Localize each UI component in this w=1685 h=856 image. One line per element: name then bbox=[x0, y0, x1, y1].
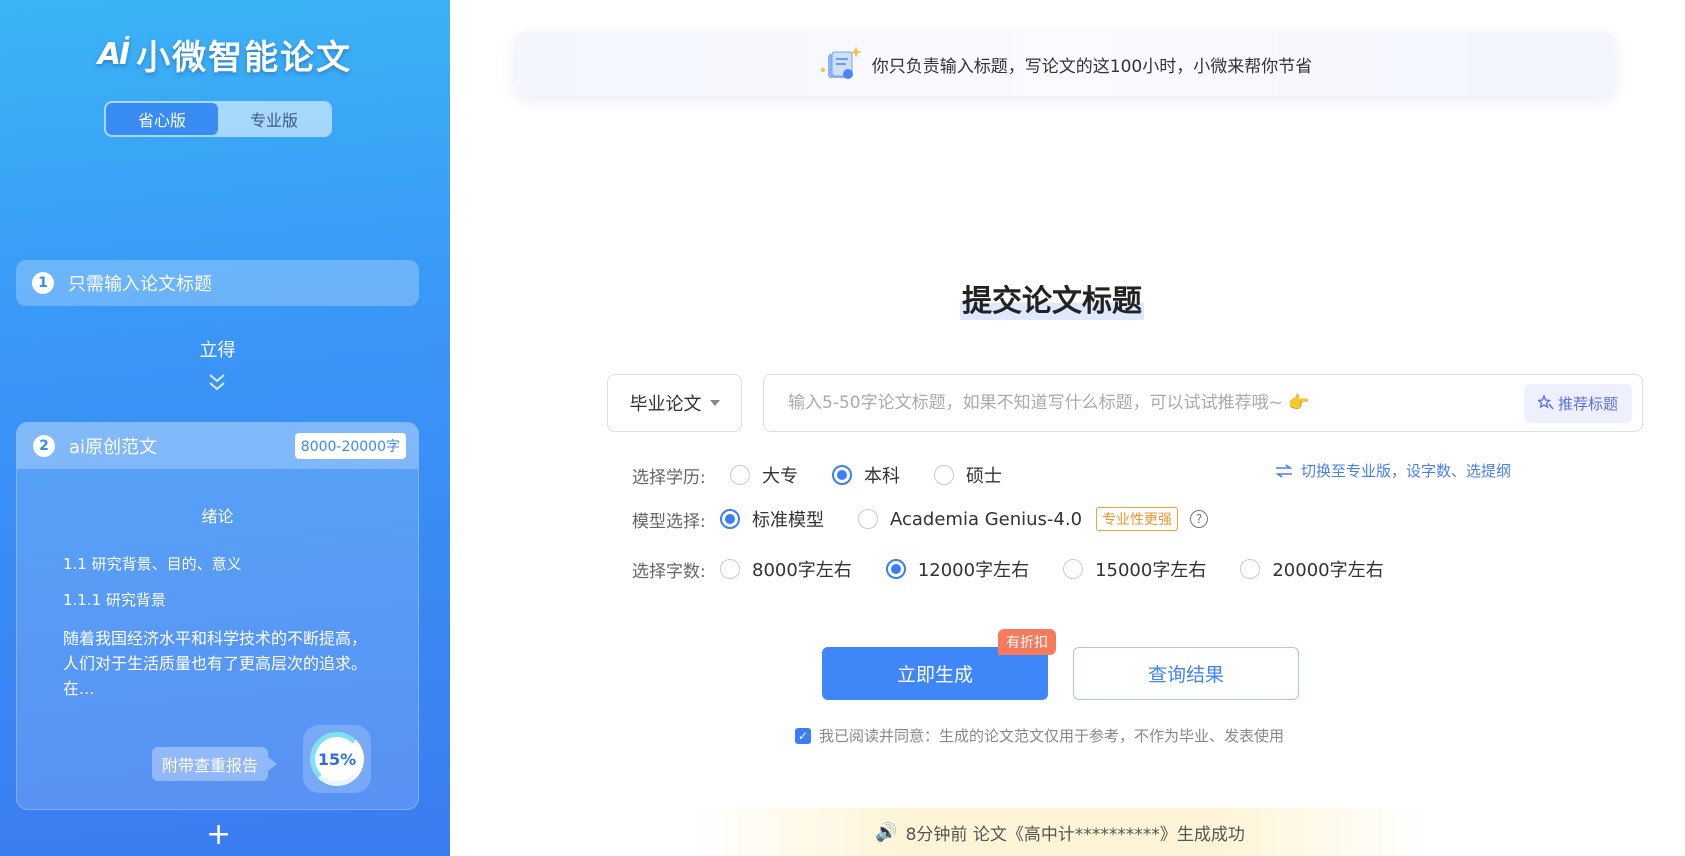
brand-logo: Aİ bbox=[97, 37, 130, 72]
step-2-header: 2 ai原创范文 8000-20000字 bbox=[17, 423, 418, 469]
step-1-card: 1 只需输入论文标题 bbox=[16, 260, 419, 306]
paper-type-value: 毕业论文 bbox=[629, 394, 702, 415]
word-option-label: 20000字左右 bbox=[1272, 560, 1384, 581]
brand-name: 小微智能论文 bbox=[136, 38, 353, 78]
radio-15000[interactable] bbox=[1063, 559, 1084, 579]
recommend-title-label: 推荐标题 bbox=[1557, 394, 1618, 413]
query-results-button[interactable]: 查询结果 bbox=[1073, 647, 1299, 700]
model-option-standard[interactable]: 标准模型 bbox=[720, 506, 824, 532]
sample-body-line-3: 在... bbox=[63, 679, 95, 698]
switch-to-pro-label: 切换至专业版，设字数、选提纲 bbox=[1301, 462, 1512, 480]
word-option-label: 15000字左右 bbox=[1095, 560, 1207, 581]
education-option-label: 硕士 bbox=[966, 466, 1002, 487]
agreement-checkbox[interactable]: ✓ bbox=[795, 727, 811, 744]
step-1-number: 1 bbox=[32, 272, 54, 294]
step-2-card: 2 ai原创范文 8000-20000字 绪论 1.1 研究背景、目的、意义 1… bbox=[16, 422, 419, 810]
word-count-label: 选择字数: bbox=[632, 561, 706, 582]
education-option-benke[interactable]: 本科 bbox=[832, 462, 900, 488]
sidebar: Aİ 小微智能论文 省心版 专业版 1 只需输入论文标题 立得 2 ai原创范文… bbox=[0, 0, 450, 856]
word-option-label: 8000字左右 bbox=[752, 560, 852, 581]
notice-text: 8分钟前 论文《高中计**********》生成成功 bbox=[905, 824, 1245, 845]
radio-dazhuan[interactable] bbox=[730, 465, 750, 485]
education-row: 选择学历: 大专 本科 硕士 bbox=[632, 462, 1036, 488]
education-option-shuoshi[interactable]: 硕士 bbox=[934, 462, 1002, 488]
radio-20000[interactable] bbox=[1240, 559, 1261, 579]
title-input-container: 推荐标题 bbox=[763, 374, 1643, 432]
step-2-number: 2 bbox=[33, 435, 55, 457]
word-option-label: 12000字左右 bbox=[917, 560, 1030, 581]
sample-body: 随着我国经济水平和科学技术的不断提高， 人们对于生活质量也有了更高层次的追求。 … bbox=[63, 626, 378, 701]
top-banner: 你只负责输入标题，写论文的这100小时，小微来帮你节省 bbox=[515, 32, 1615, 96]
double-chevron-down-icon bbox=[209, 374, 225, 391]
radio-shuoshi[interactable] bbox=[934, 465, 954, 485]
agreement-text: 我已阅读并同意：生成的论文范文仅用于参考，不作为毕业、发表使用 bbox=[819, 727, 1285, 745]
page-title: 提交论文标题 bbox=[960, 276, 1144, 320]
report-tag: 附带查重报告 bbox=[152, 747, 278, 781]
education-option-label: 大专 bbox=[762, 466, 798, 487]
education-label: 选择学历: bbox=[632, 467, 706, 488]
model-label: 模型选择: bbox=[632, 511, 706, 532]
paper-title-input[interactable] bbox=[788, 393, 1524, 413]
radio-standard-model[interactable] bbox=[720, 509, 740, 529]
step-2-label: ai原创范文 bbox=[69, 437, 158, 458]
document-sparkle-icon bbox=[820, 46, 862, 79]
plagiarism-percent-widget: 15% bbox=[303, 725, 371, 793]
switch-to-pro-link[interactable]: 切换至专业版，设字数、选提纲 bbox=[1275, 460, 1511, 481]
model-row: 模型选择: 标准模型 Academia Genius-4.0 专业性更强 ? bbox=[632, 506, 1209, 532]
swap-arrows-icon bbox=[1275, 463, 1293, 478]
result-text: 立得 bbox=[199, 340, 236, 361]
brand: Aİ 小微智能论文 bbox=[0, 30, 450, 79]
step-1-label: 只需输入论文标题 bbox=[68, 274, 212, 295]
agreement: ✓ 我已阅读并同意：生成的论文范文仅用于参考，不作为毕业、发表使用 bbox=[795, 725, 1284, 746]
word-option-20000[interactable]: 20000字左右 bbox=[1240, 556, 1384, 582]
speaker-icon: 🔊 bbox=[875, 821, 898, 843]
sample-doc-title: 绪论 bbox=[201, 507, 234, 526]
plus-icon: + bbox=[206, 817, 232, 852]
radio-12000[interactable] bbox=[885, 559, 906, 579]
word-option-8000[interactable]: 8000字左右 bbox=[720, 556, 852, 582]
model-tag: 专业性更强 bbox=[1096, 507, 1179, 531]
sample-heading-1: 1.1 研究背景、目的、意义 bbox=[63, 555, 242, 573]
version-toggle: 省心版 专业版 bbox=[104, 101, 332, 137]
caret-down-icon bbox=[709, 400, 720, 406]
star-pointer-icon bbox=[1537, 395, 1554, 410]
word-option-15000[interactable]: 15000字左右 bbox=[1063, 556, 1206, 582]
sample-body-line-2: 人们对于生活质量也有了更高层次的追求。 bbox=[63, 654, 368, 673]
success-notice: 🔊 8分钟前 论文《高中计**********》生成成功 bbox=[690, 808, 1430, 856]
word-option-12000[interactable]: 12000字左右 bbox=[885, 556, 1030, 582]
plagiarism-percent: 15% bbox=[310, 732, 364, 786]
banner-text: 你只负责输入标题，写论文的这100小时，小微来帮你节省 bbox=[871, 56, 1313, 77]
model-option-label: 标准模型 bbox=[752, 510, 824, 531]
radio-academia-model[interactable] bbox=[858, 509, 878, 529]
version-tab-simple[interactable]: 省心版 bbox=[106, 103, 218, 135]
word-range-badge: 8000-20000字 bbox=[294, 433, 406, 459]
radio-8000[interactable] bbox=[720, 559, 740, 579]
version-tab-pro[interactable]: 专业版 bbox=[218, 103, 330, 135]
model-option-label: Academia Genius-4.0 bbox=[890, 508, 1083, 530]
paper-type-select[interactable]: 毕业论文 bbox=[607, 374, 742, 432]
sample-body-line-1: 随着我国经济水平和科学技术的不断提高， bbox=[63, 629, 368, 648]
radio-benke[interactable] bbox=[832, 465, 852, 485]
model-option-academia[interactable]: Academia Genius-4.0 bbox=[858, 509, 1082, 530]
education-option-dazhuan[interactable]: 大专 bbox=[730, 462, 798, 488]
sample-heading-2: 1.1.1 研究背景 bbox=[63, 591, 166, 609]
help-icon[interactable]: ? bbox=[1190, 510, 1209, 528]
word-count-row: 选择字数: 8000字左右 12000字左右 15000字左右 20000字左右 bbox=[632, 556, 1418, 582]
discount-badge: 有折扣 bbox=[998, 629, 1056, 655]
recommend-title-button[interactable]: 推荐标题 bbox=[1523, 383, 1632, 423]
education-option-label: 本科 bbox=[864, 466, 900, 487]
